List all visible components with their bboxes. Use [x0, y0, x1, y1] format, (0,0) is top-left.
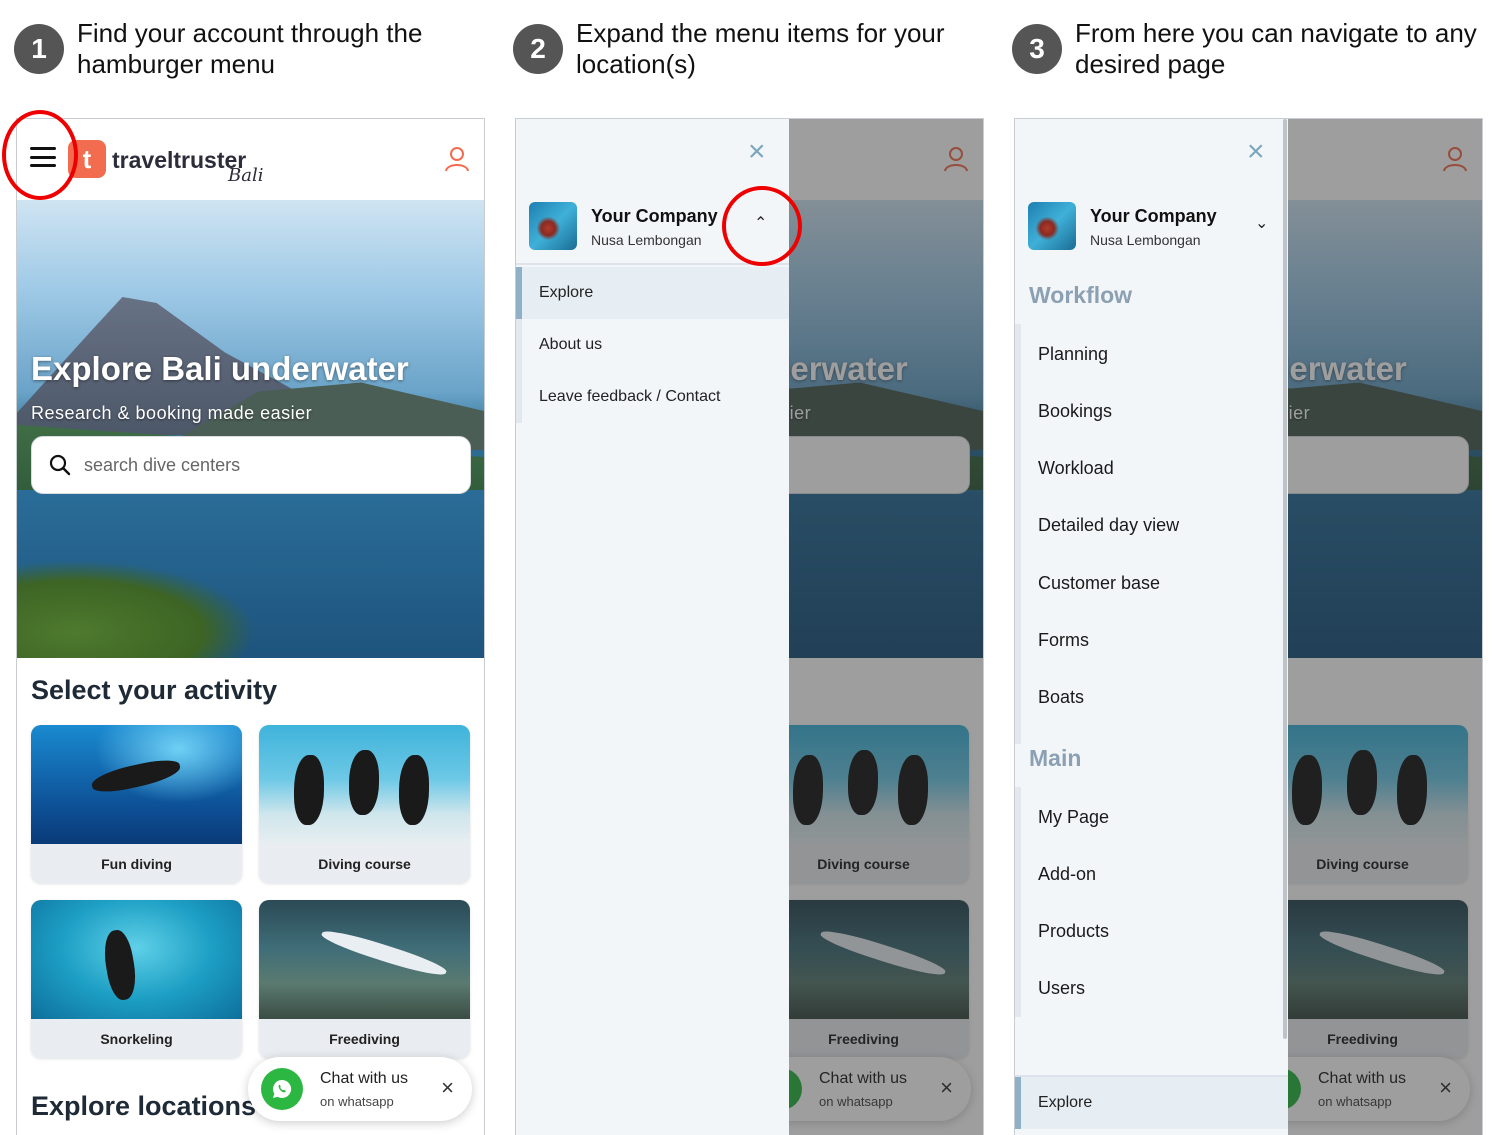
chevron-down-icon[interactable]: ⌄	[1255, 213, 1268, 233]
company-avatar	[529, 202, 577, 250]
company-selector[interactable]: Your Company Nusa Lembongan	[1028, 201, 1283, 259]
highlight-circle	[722, 186, 802, 266]
logo-subtitle: Bali	[228, 165, 264, 186]
nav-item-bookings[interactable]: Bookings	[1038, 401, 1112, 422]
menu-indent-bar	[1015, 324, 1021, 744]
whatsapp-icon	[261, 1068, 303, 1110]
phone-screen: Explore Bali underwater Research & booki…	[515, 118, 984, 1135]
group-title-workflow: Workflow	[1029, 282, 1133, 308]
logo-text: traveltruster	[112, 147, 247, 173]
whatsapp-chat-widget[interactable]: Chat with us on whatsapp ×	[248, 1057, 472, 1121]
nav-item-users[interactable]: Users	[1038, 978, 1085, 999]
freediving-image	[259, 900, 470, 1019]
highlight-circle	[2, 110, 78, 200]
hero-trees	[17, 560, 257, 658]
menu-indent-bar	[516, 319, 522, 423]
activity-card-fun-diving[interactable]: Fun diving	[31, 725, 242, 883]
nav-item-customer-base[interactable]: Customer base	[1038, 573, 1160, 594]
menu-item-explore[interactable]: Explore	[516, 267, 789, 319]
chat-subtitle: on whatsapp	[320, 1094, 394, 1109]
fun-diving-image	[31, 725, 242, 844]
chat-title: Chat with us	[320, 1070, 409, 1087]
menu-indent-bar	[1015, 787, 1021, 1017]
menu-item-feedback-contact[interactable]: Leave feedback / Contact	[516, 371, 789, 423]
step-1-column: 1 Find your account through the hamburge…	[2, 0, 485, 1135]
locations-section-title: Explore locations	[31, 1091, 257, 1121]
step-number: 3	[1012, 24, 1062, 74]
hero-banner: Explore Bali underwater Research & booki…	[17, 200, 484, 658]
phone-screen: Explore Bali underwater Research & booki…	[16, 118, 485, 1135]
close-icon[interactable]: ×	[1247, 137, 1265, 167]
activity-label: Diving course	[318, 855, 411, 872]
nav-item-forms[interactable]: Forms	[1038, 630, 1089, 651]
nav-item-boats[interactable]: Boats	[1038, 687, 1084, 708]
step-instruction: Expand the menu items for your location(…	[576, 18, 945, 79]
close-icon[interactable]: ×	[441, 1075, 454, 1101]
top-bar: t traveltruster Bali	[17, 119, 484, 200]
nav-item-planning[interactable]: Planning	[1038, 344, 1108, 365]
search-bar[interactable]	[31, 436, 471, 494]
activity-label: Freediving	[329, 1030, 400, 1047]
close-icon[interactable]: ×	[748, 137, 766, 167]
nav-item-workload[interactable]: Workload	[1038, 458, 1114, 479]
scrollbar[interactable]	[1283, 119, 1287, 1039]
hero-subtitle: Research & booking made easier	[31, 403, 313, 423]
step-number: 2	[513, 24, 563, 74]
company-name: Your Company	[1090, 206, 1217, 226]
company-location: Nusa Lembongan	[591, 232, 702, 248]
step-instruction: From here you can navigate to any desire…	[1075, 18, 1477, 79]
step-1-header: 1 Find your account through the hamburge…	[14, 18, 484, 88]
step-number: 1	[14, 24, 64, 74]
search-icon	[49, 454, 71, 476]
hero-title: Explore Bali underwater	[31, 350, 409, 387]
company-location: Nusa Lembongan	[1090, 232, 1201, 248]
side-drawer: × Your Company Nusa Lembongan ⌄ Workflow…	[1015, 119, 1288, 1135]
activity-label: Snorkeling	[100, 1030, 173, 1047]
diving-course-image	[259, 725, 470, 844]
step-2-header: 2 Expand the menu items for your locatio…	[513, 18, 983, 88]
nav-item-add-on[interactable]: Add-on	[1038, 864, 1096, 885]
nav-item-products[interactable]: Products	[1038, 921, 1109, 942]
company-avatar	[1028, 202, 1076, 250]
step-3-header: 3 From here you can navigate to any desi…	[1012, 18, 1482, 88]
activity-section-title: Select your activity	[31, 675, 278, 705]
activity-card-diving-course[interactable]: Diving course	[259, 725, 470, 883]
step-3-column: 3 From here you can navigate to any desi…	[1012, 0, 1483, 1135]
user-icon[interactable]	[444, 145, 470, 173]
menu-item-explore[interactable]: Explore	[1015, 1077, 1288, 1129]
step-2-column: 2 Expand the menu items for your locatio…	[513, 0, 984, 1135]
nav-item-my-page[interactable]: My Page	[1038, 807, 1109, 828]
step-instruction: Find your account through the hamburger …	[77, 18, 423, 79]
menu-item-about-us[interactable]: About us	[516, 319, 789, 371]
search-input[interactable]	[84, 454, 424, 476]
nav-item-detailed-day-view[interactable]: Detailed day view	[1038, 515, 1179, 536]
snorkeling-image	[31, 900, 242, 1019]
activity-label: Fun diving	[101, 855, 172, 872]
company-name: Your Company	[591, 206, 718, 226]
activity-card-snorkeling[interactable]: Snorkeling	[31, 900, 242, 1058]
activity-card-freediving[interactable]: Freediving	[259, 900, 470, 1058]
side-drawer: × Your Company Nusa Lembongan ⌃ Explore …	[516, 119, 789, 1135]
phone-screen: Explore Bali underwater Research & booki…	[1014, 118, 1483, 1135]
group-title-main: Main	[1029, 745, 1082, 771]
